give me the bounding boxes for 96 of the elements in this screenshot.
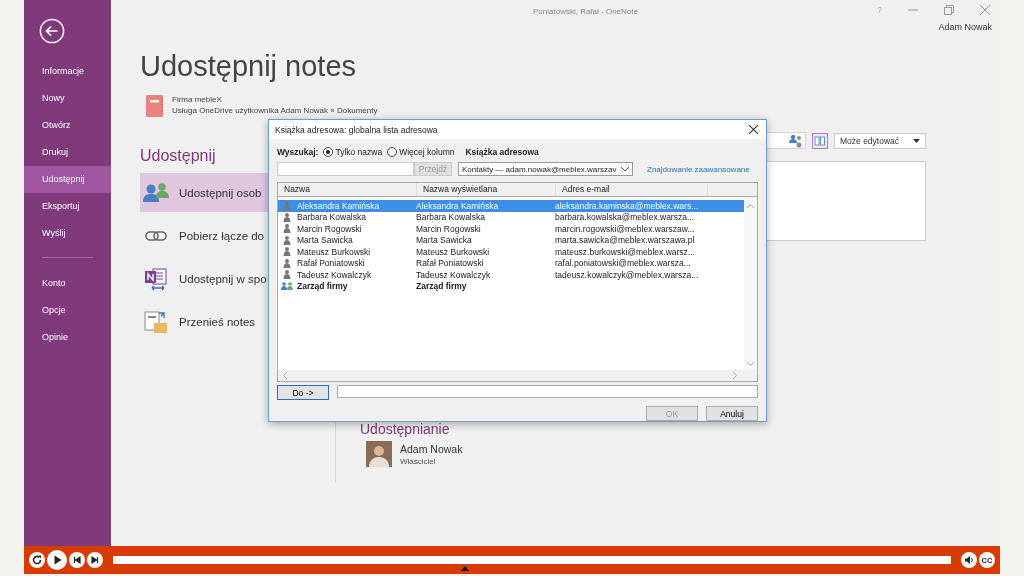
display-name: Marcin Rogowski bbox=[416, 223, 482, 234]
column-header[interactable]: Nazwa bbox=[278, 183, 417, 196]
vertical-scrollbar[interactable] bbox=[744, 197, 757, 370]
display-name: Marta Sawicka bbox=[416, 235, 473, 246]
person-icon bbox=[281, 270, 293, 280]
email-address: aleksandra.kaminska@meblex.wars... bbox=[555, 200, 700, 211]
replay-icon[interactable] bbox=[29, 552, 45, 568]
onenote-meeting-icon bbox=[143, 266, 169, 291]
move-notebook-icon bbox=[143, 309, 169, 334]
contact-row[interactable]: Mateusz Burkowski Mateusz Burkowski mateusz.burkowski@meblex.warsz... bbox=[278, 246, 744, 258]
sidebar-item[interactable]: Udostępnij bbox=[24, 166, 111, 193]
scroll-down-icon[interactable] bbox=[747, 362, 754, 366]
play-icon[interactable] bbox=[47, 550, 67, 570]
avatar-icon bbox=[366, 441, 392, 467]
person-icon bbox=[281, 224, 293, 234]
person-icon bbox=[281, 212, 293, 222]
to-button[interactable]: Do -> bbox=[277, 385, 329, 400]
email-address: rafal.poniatowski@meblex.warsza... bbox=[555, 258, 692, 269]
column-header[interactable]: Nazwa wyświetlana bbox=[417, 183, 556, 196]
cancel-button[interactable]: Anuluj bbox=[706, 406, 758, 421]
contact-row[interactable]: Tadeusz Kowalczyk Tadeusz Kowalczyk tadeusz.kowalczyk@meblex.warsza... bbox=[278, 269, 744, 281]
scroll-right-icon[interactable] bbox=[733, 372, 737, 379]
sidebar-item[interactable]: Opcje bbox=[24, 297, 111, 324]
dialog-title: Książka adresowa: globalna lista adresowa bbox=[275, 124, 438, 135]
address-book-label: Książka adresowa bbox=[465, 147, 539, 157]
email-address: mateusz.burkowski@meblex.warsz... bbox=[555, 246, 696, 257]
notebook-location: Usługa OneDrive użytkownika Adam Nowak » Dokumenty bbox=[172, 106, 378, 115]
address-book-dropdown[interactable]: Kontakty — adam.nowak@meblex.warszav bbox=[458, 162, 633, 176]
email-address: marcin.rogowski@meblex.warszaw... bbox=[555, 223, 696, 234]
owner-name: Adam Nowak bbox=[400, 442, 463, 455]
contact-name: Rafał Poniatowski bbox=[297, 258, 365, 269]
sidebar-item[interactable]: Opinie bbox=[24, 324, 111, 351]
contact-row[interactable]: Rafał Poniatowski Rafał Poniatowski rafal.poniatowski@meblex.warsza... bbox=[278, 257, 744, 269]
group-icon bbox=[281, 282, 293, 291]
address-book-people-icon[interactable] bbox=[789, 133, 803, 148]
contact-row[interactable]: Marcin Rogowski Marcin Rogowski marcin.rogowski@meblex.warszaw... bbox=[278, 223, 744, 235]
sharing-title: Udostępnianie bbox=[360, 421, 450, 437]
email-address: tadeusz.kowalczyk@meblex.warsza... bbox=[555, 269, 700, 280]
sidebar-item[interactable]: Otwórz bbox=[24, 112, 111, 139]
horizontal-scrollbar[interactable] bbox=[278, 370, 757, 381]
recipients-field[interactable] bbox=[337, 385, 758, 398]
column-header[interactable]: Adres e-mail bbox=[556, 183, 708, 196]
display-name: Tadeusz Kowalczyk bbox=[416, 269, 492, 280]
display-name: Zarząd firmy bbox=[416, 281, 468, 292]
sidebar-item[interactable]: Konto bbox=[24, 270, 111, 297]
owner-role: Właściciel bbox=[400, 456, 437, 466]
display-name: Barbara Kowalska bbox=[416, 212, 486, 223]
next-icon[interactable] bbox=[87, 552, 103, 568]
scroll-left-icon[interactable] bbox=[283, 372, 287, 379]
volume-icon[interactable] bbox=[961, 552, 977, 568]
contact-name: Mateusz Burkowski bbox=[297, 246, 371, 257]
contact-row[interactable]: Barbara Kowalska Barbara Kowalska barbara.kowalska@meblex.warsza... bbox=[278, 211, 744, 223]
search-mode-radio[interactable]: Tylko nazwa bbox=[323, 147, 383, 157]
scroll-up-icon[interactable] bbox=[747, 204, 754, 208]
contact-row[interactable]: Zarząd firmy Zarząd firmy bbox=[278, 280, 744, 292]
search-field[interactable] bbox=[277, 162, 414, 176]
playhead-marker[interactable] bbox=[460, 566, 469, 571]
display-name: Mateusz Burkowski bbox=[416, 246, 491, 257]
section-title: Udostępnij bbox=[140, 147, 216, 165]
display-name: Rafał Poniatowski bbox=[416, 258, 485, 269]
address-book-icon[interactable] bbox=[812, 132, 828, 149]
user-name[interactable]: Adam Nowak bbox=[938, 22, 992, 32]
person-icon bbox=[281, 235, 293, 245]
contact-name: Marcin Rogowski bbox=[297, 223, 362, 234]
contact-row[interactable]: Marta Sawicka Marta Sawicka marta.sawicka@meblex.warszawa.pl bbox=[278, 234, 744, 246]
notebook-icon bbox=[146, 95, 163, 117]
permission-dropdown[interactable]: Może edytować bbox=[834, 132, 926, 149]
previous-icon[interactable] bbox=[69, 552, 85, 568]
window-title: Poniatowski, Rafał - OneNote bbox=[533, 6, 638, 16]
chevron-down-icon bbox=[621, 166, 629, 172]
close-icon[interactable] bbox=[749, 125, 758, 134]
person-icon bbox=[281, 201, 293, 211]
contact-name: Zarząd firmy bbox=[297, 281, 348, 292]
display-name: Aleksandra Kamińska bbox=[416, 200, 500, 211]
sidebar-item[interactable]: Wyślij bbox=[24, 220, 111, 247]
person-icon bbox=[281, 247, 293, 257]
advanced-search-link[interactable]: Znajdowanie zaawansowane bbox=[647, 164, 750, 174]
email-address: marta.sawicka@meblex.warszawa.pl bbox=[555, 235, 696, 246]
sidebar-item[interactable]: Drukuj bbox=[24, 139, 111, 166]
contact-name: Barbara Kowalska bbox=[297, 212, 366, 223]
share-option[interactable]: Przenieś notes bbox=[140, 302, 335, 341]
dropdown-arrow-icon bbox=[913, 138, 920, 143]
search-label: Wyszukaj: bbox=[277, 147, 319, 157]
sidebar-item[interactable]: Informacje bbox=[24, 58, 111, 85]
link-icon bbox=[143, 230, 169, 241]
sidebar-item[interactable]: Nowy bbox=[24, 85, 111, 112]
contact-name: Tadeusz Kowalczyk bbox=[297, 269, 372, 280]
email-address: barbara.kowalska@meblex.warsza... bbox=[555, 212, 696, 223]
person-icon bbox=[281, 258, 293, 268]
search-mode-radio[interactable]: Więcej kolumn bbox=[387, 147, 455, 157]
notebook-name: Firma mebleX bbox=[172, 95, 223, 104]
people-icon bbox=[143, 181, 169, 204]
contact-name: Marta Sawicka bbox=[297, 235, 353, 246]
restore-icon[interactable] bbox=[944, 5, 954, 15]
page-title: Udostępnij notes bbox=[140, 50, 358, 83]
sidebar-item[interactable]: Eksportuj bbox=[24, 193, 111, 220]
